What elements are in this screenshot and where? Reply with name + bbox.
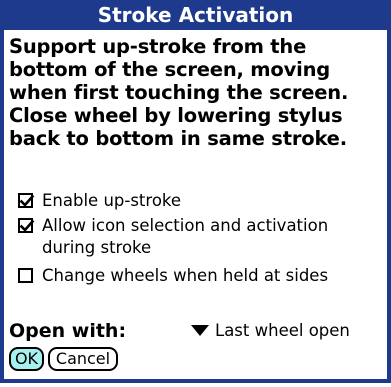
allow-icon-selection-label: Allow icon selection and activation duri… [42, 216, 329, 257]
enable-up-stroke-checkbox[interactable]: Enable up-stroke [18, 190, 362, 212]
open-with-label: Open with: [9, 320, 127, 342]
checkmark-icon [20, 194, 35, 207]
checkbox-box[interactable] [18, 218, 35, 233]
allow-icon-selection-checkbox[interactable]: Allow icon selection and activation duri… [18, 215, 362, 259]
stroke-activation-dialog: Stroke Activation Support up-stroke from… [0, 0, 391, 383]
checkbox-box[interactable] [18, 268, 33, 283]
change-wheels-label: Change wheels when held at sides [42, 266, 329, 285]
enable-up-stroke-label: Enable up-stroke [42, 191, 182, 210]
dialog-description: Support up-stroke from the bottom of the… [9, 35, 349, 150]
dialog-title: Stroke Activation [0, 0, 391, 30]
checkbox-box[interactable] [18, 193, 35, 208]
ok-button[interactable]: OK [9, 347, 44, 371]
cancel-button[interactable]: Cancel [48, 347, 118, 371]
change-wheels-checkbox[interactable]: Change wheels when held at sides [18, 265, 362, 287]
triangle-down-icon [191, 325, 209, 336]
checkmark-icon [20, 219, 35, 232]
open-with-row: Open with: Last wheel open [9, 319, 387, 343]
open-with-value: Last wheel open [215, 321, 350, 340]
